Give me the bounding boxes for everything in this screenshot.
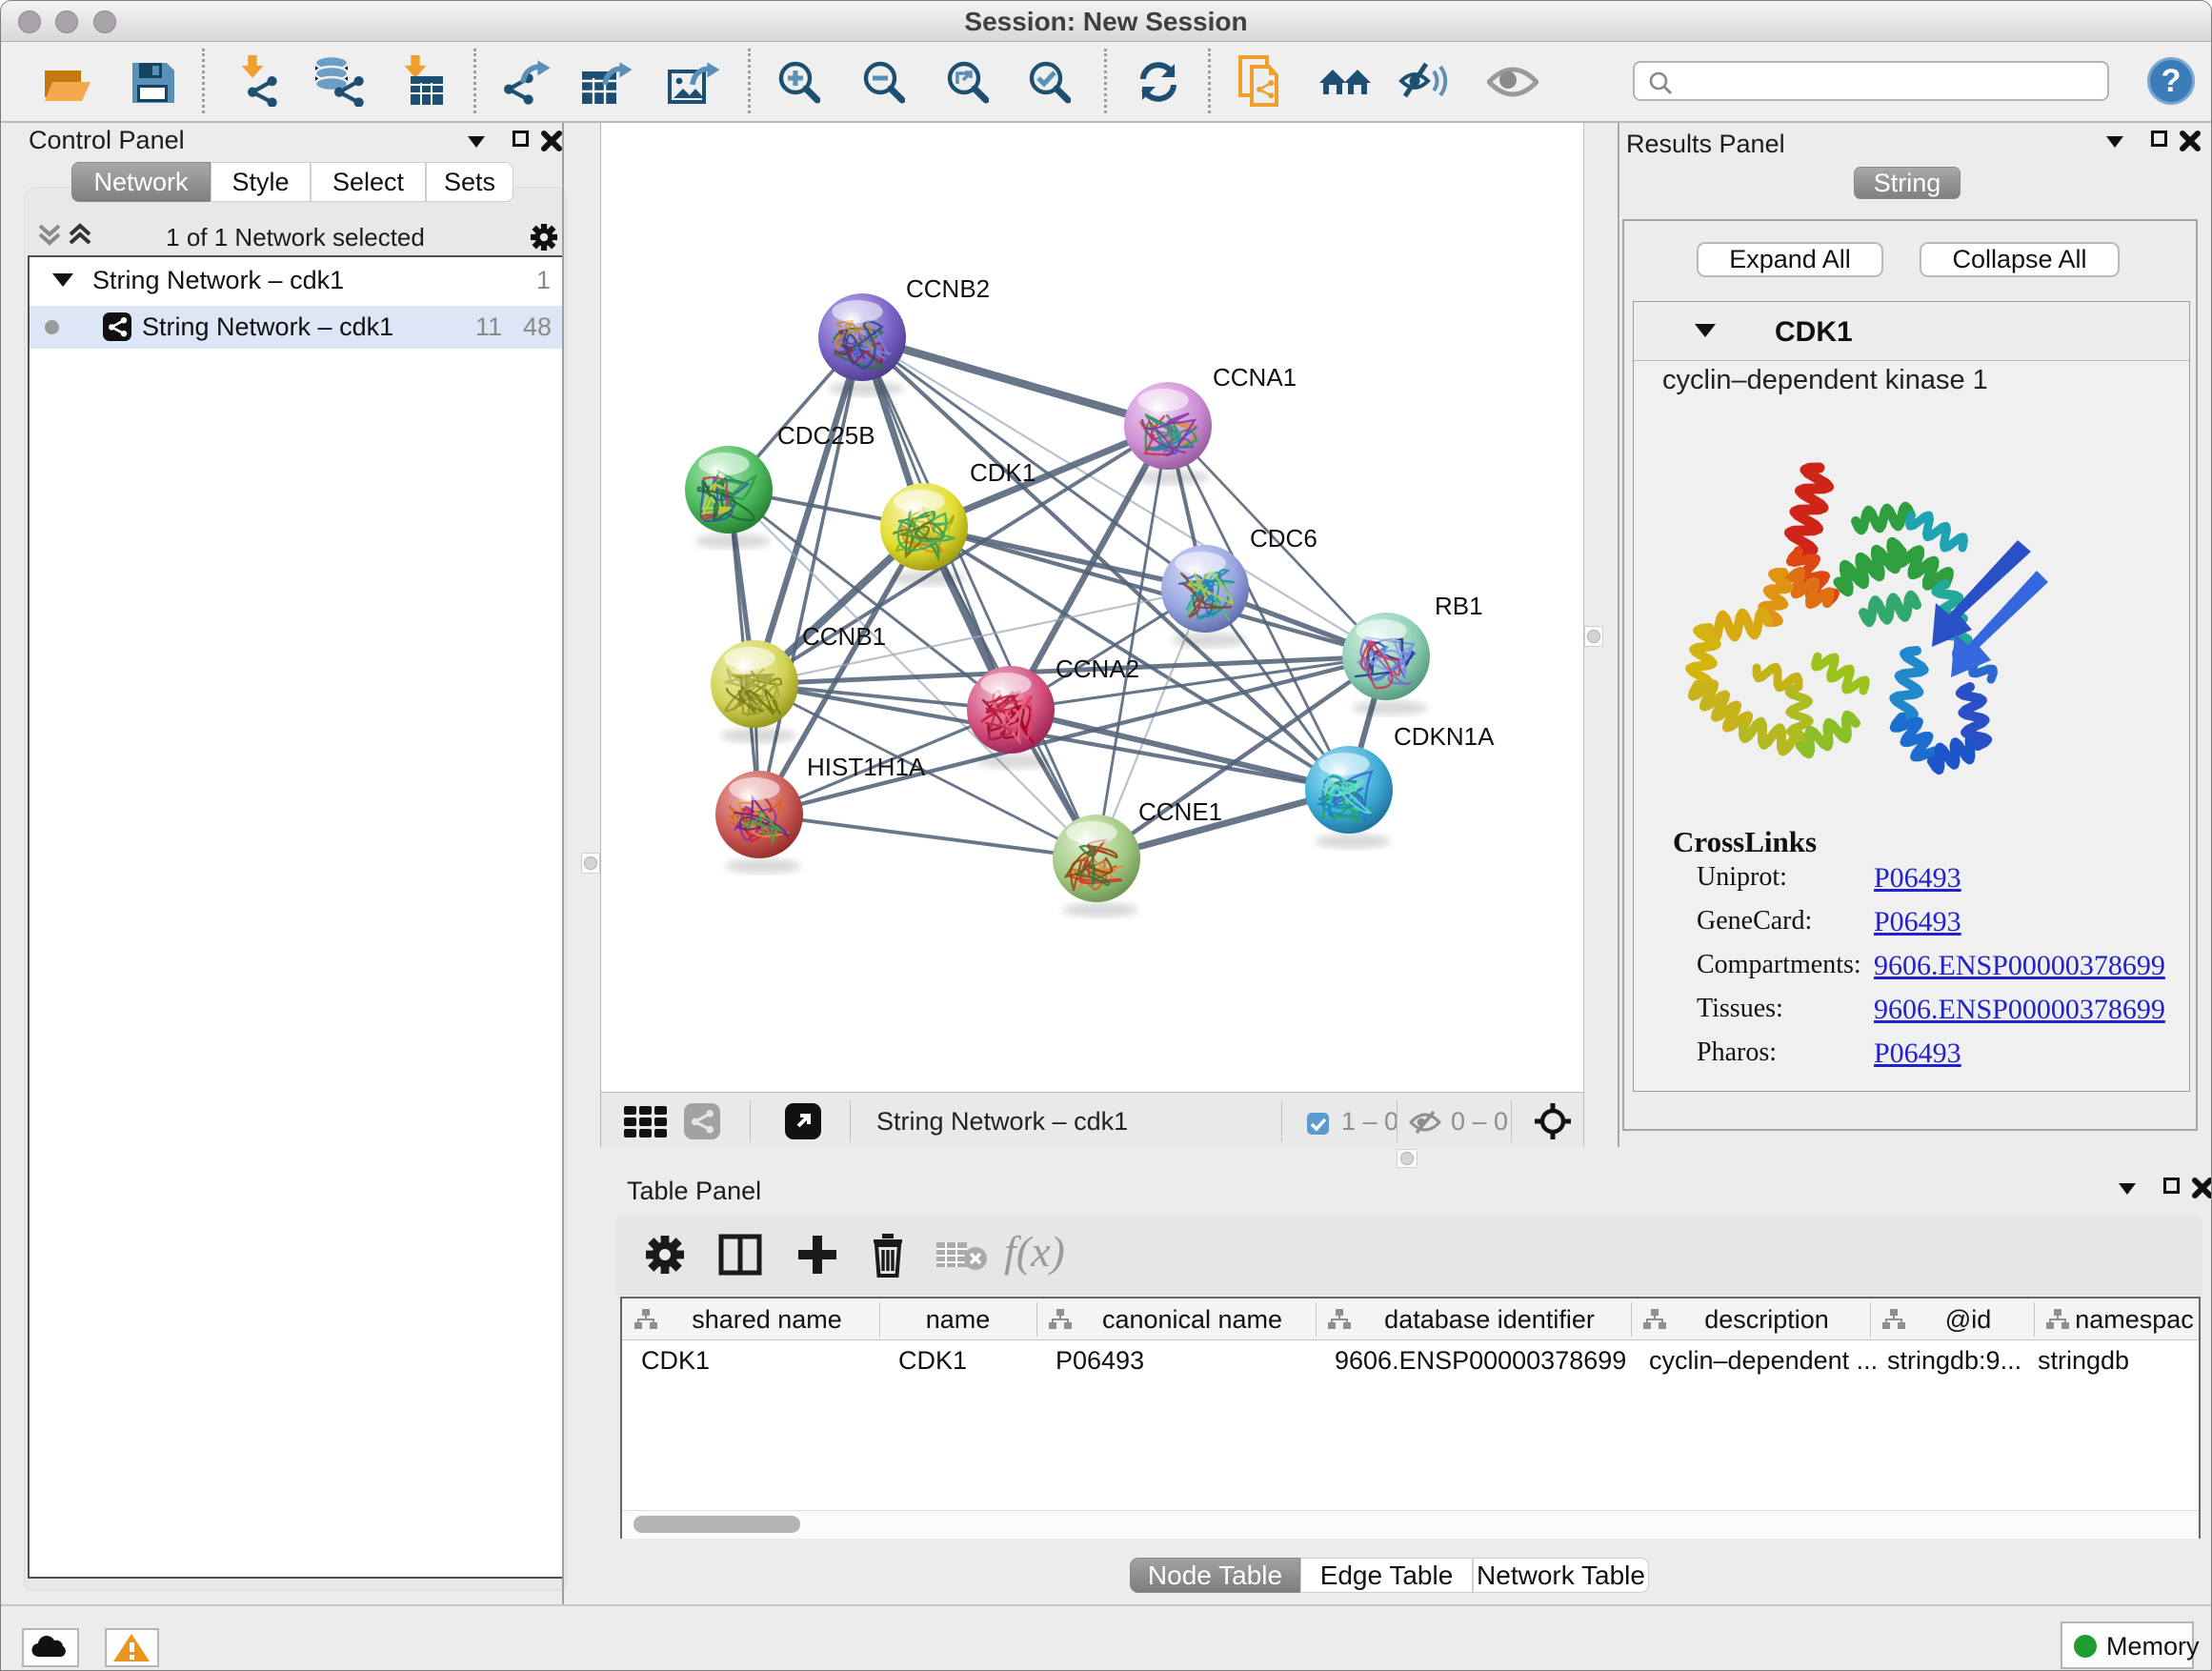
svg-text:HIST1H1A: HIST1H1A	[807, 753, 926, 781]
svg-text:CDC6: CDC6	[1250, 524, 1317, 553]
svg-text:CCNA2: CCNA2	[1056, 654, 1139, 683]
svg-text:CCNB1: CCNB1	[802, 622, 886, 651]
svg-text:CCNE1: CCNE1	[1138, 797, 1222, 826]
svg-text:CCNA1: CCNA1	[1213, 363, 1297, 392]
svg-text:RB1: RB1	[1435, 592, 1483, 620]
svg-text:CDC25B: CDC25B	[777, 421, 875, 450]
svg-text:CDKN1A: CDKN1A	[1394, 722, 1495, 751]
svg-text:CCNB2: CCNB2	[906, 274, 990, 303]
svg-text:CDK1: CDK1	[970, 458, 1036, 487]
